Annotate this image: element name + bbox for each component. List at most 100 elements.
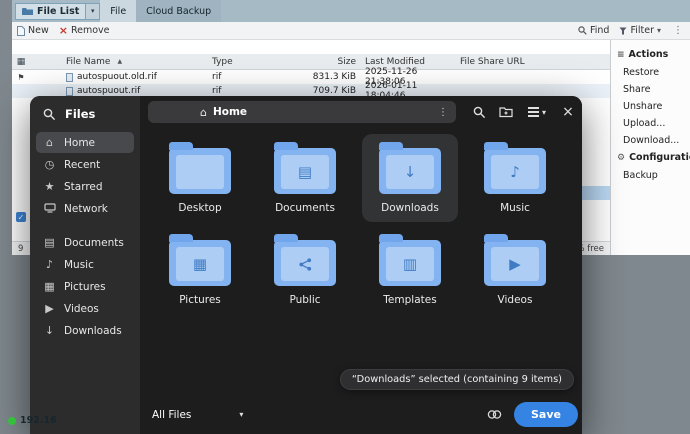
search-location-button[interactable] (467, 100, 491, 124)
documents-icon: ▤ (44, 236, 55, 249)
folder-music[interactable]: ♪ Music (467, 134, 563, 222)
chevron-down-icon: ▾ (239, 410, 244, 419)
filter-funnel-icon (619, 27, 627, 34)
column-file-name[interactable]: File Name ▲ (30, 57, 212, 67)
videos-icon: ▶ (45, 302, 54, 315)
close-icon: × (562, 104, 574, 120)
row-checkbox-checked[interactable]: ✓ (16, 212, 26, 222)
hamburger-icon: ≡ (617, 49, 625, 60)
flag-icon: ⚑ (17, 72, 25, 82)
action-unshare[interactable]: Unshare (611, 98, 690, 115)
dialog-main: ⌂ Home ⋮ ▾ × Desktop ▤ Documents ↓ Downl… (140, 96, 582, 434)
file-type-filter-dropdown[interactable]: All Files ▾ (152, 409, 243, 421)
network-icon (43, 202, 56, 215)
remove-button[interactable]: × Remove (59, 25, 110, 36)
sidebar-item-starred[interactable]: ★ Starred (36, 176, 134, 197)
table-gap (12, 40, 610, 54)
play-icon: ▶ (509, 254, 521, 273)
new-folder-button[interactable] (494, 100, 518, 124)
options-icon (487, 410, 501, 419)
dialog-footer: All Files ▾ Save (140, 400, 582, 434)
folder-icon (22, 7, 33, 15)
sidebar-item-pictures[interactable]: ▦ Pictures (36, 276, 134, 297)
folder-templates[interactable]: ▥ Templates (362, 226, 458, 314)
find-button[interactable]: Find (578, 25, 609, 36)
tab-cloud-backup[interactable]: Cloud Backup (136, 0, 222, 22)
folder-public[interactable]: Public (257, 226, 353, 314)
new-button[interactable]: New (17, 25, 49, 36)
recent-icon: ◷ (44, 158, 55, 171)
folder-pictures[interactable]: ▦ Pictures (152, 226, 248, 314)
sort-ascending-icon: ▲ (117, 58, 123, 65)
music-icon: ♪ (45, 258, 54, 271)
sidebar-item-recent[interactable]: ◷ Recent (36, 154, 134, 175)
selection-column-header[interactable]: ▦ (12, 57, 30, 67)
folder-videos[interactable]: ▶ Videos (467, 226, 563, 314)
folder-icon: ▤ (274, 142, 336, 194)
folder-icon (169, 142, 231, 194)
breadcrumb-home[interactable]: ⌂ Home (200, 106, 247, 119)
path-menu-button[interactable]: ⋮ (438, 107, 448, 118)
sidebar-item-home[interactable]: ⌂ Home (36, 132, 134, 153)
new-folder-icon (499, 107, 513, 118)
desktop: File List ▾ File Cloud Backup New × Remo… (0, 0, 690, 434)
file-list-menu-button[interactable]: File List (15, 2, 87, 20)
sidebar-item-videos[interactable]: ▶ Videos (36, 298, 134, 319)
filter-button[interactable]: Filter ▾ (619, 25, 661, 36)
close-dialog-button[interactable]: × (556, 100, 580, 124)
sidebar-separator (30, 220, 140, 231)
save-button[interactable]: Save (514, 402, 578, 427)
action-upload[interactable]: Upload... (611, 115, 690, 132)
folder-icon: ▶ (484, 234, 546, 286)
column-type[interactable]: Type (212, 57, 284, 67)
indicator-label: 192.16 (20, 415, 57, 426)
folder-downloads[interactable]: ↓ Downloads (362, 134, 458, 222)
file-chooser-dialog: Files ⌂ Home ◷ Recent ★ Starred Network … (30, 96, 582, 434)
tab-file[interactable]: File (100, 0, 137, 22)
toolbar: New × Remove Find Filter ▾ ⋮ (12, 22, 690, 40)
sidebar-item-documents[interactable]: ▤ Documents (36, 232, 134, 253)
home-icon: ⌂ (200, 105, 207, 119)
dialog-header-bar: ⌂ Home ⋮ ▾ × (140, 96, 582, 128)
search-icon (473, 106, 485, 118)
status-left: 9 (18, 243, 24, 254)
column-last-modified[interactable]: Last Modified (360, 57, 460, 67)
search-icon[interactable] (43, 108, 56, 121)
sidebar-item-network[interactable]: Network (36, 198, 134, 219)
action-backup[interactable]: Backup (611, 167, 690, 184)
view-options-button[interactable]: ▾ (521, 100, 553, 124)
network-indicator: 192.16 (8, 415, 57, 426)
action-restore[interactable]: Restore (611, 64, 690, 81)
toolbar-overflow-button[interactable]: ⋮ (671, 25, 685, 36)
picture-icon: ▦ (192, 254, 208, 273)
action-download[interactable]: Download... (611, 132, 690, 149)
gear-icon: ⚙ (617, 152, 626, 163)
share-icon (298, 257, 311, 271)
pictures-icon: ▦ (44, 280, 55, 293)
downloads-icon: ↓ (44, 324, 55, 337)
sidebar-title: Files (65, 107, 96, 121)
selection-toast: “Downloads” selected (containing 9 items… (339, 369, 574, 390)
column-size[interactable]: Size (284, 57, 360, 67)
chevron-down-icon: ▾ (656, 26, 661, 35)
home-icon: ⌂ (46, 136, 53, 149)
star-icon: ★ (44, 180, 55, 193)
table-row[interactable]: ⚑ autospuout.old.rif rif 831.3 KiB 2025-… (12, 67, 610, 87)
sidebar-item-downloads[interactable]: ↓ Downloads (36, 320, 134, 341)
new-file-icon (17, 25, 25, 36)
file-list-dropdown-button[interactable]: ▾ (86, 2, 101, 20)
table-header-row: ▦ File Name ▲ Type Size Last Modified Fi… (12, 54, 610, 70)
folder-desktop[interactable]: Desktop (152, 134, 248, 222)
folder-icon: ↓ (379, 142, 441, 194)
folder-documents[interactable]: ▤ Documents (257, 134, 353, 222)
dialog-sidebar: Files ⌂ Home ◷ Recent ★ Starred Network … (30, 96, 140, 434)
column-file-share-url[interactable]: File Share URL (460, 57, 610, 67)
options-button[interactable] (482, 403, 506, 427)
action-share[interactable]: Share (611, 81, 690, 98)
folder-icon: ♪ (484, 142, 546, 194)
list-view-icon (527, 111, 539, 113)
remove-x-icon: × (58, 24, 68, 37)
sidebar-item-music[interactable]: ♪ Music (36, 254, 134, 275)
file-icon (66, 72, 73, 82)
actions-section-header: ≡ Actions (617, 49, 669, 60)
